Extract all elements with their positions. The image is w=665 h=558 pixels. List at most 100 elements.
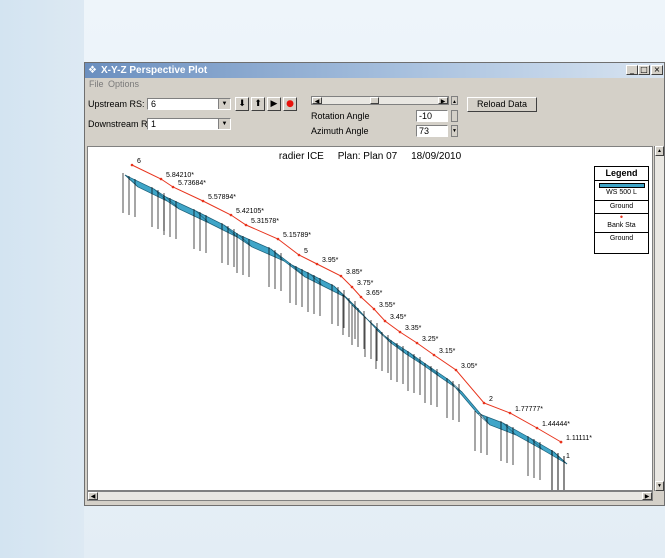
rotation-angle-field[interactable]: -10 — [416, 110, 448, 122]
station-label: 3.75* — [357, 280, 374, 287]
scroll-up-icon[interactable]: ▲ — [655, 146, 664, 156]
bank-station-point — [535, 426, 539, 430]
reload-data-button[interactable]: Reload Data — [467, 97, 537, 112]
arrow-up-icon: ⬆ — [254, 99, 262, 109]
bank-station-point — [130, 163, 134, 167]
azimuth-up-button[interactable]: ▲ — [451, 96, 458, 105]
station-label: 1.77777* — [515, 406, 543, 413]
ws-hatch — [448, 379, 463, 393]
bank-station-point — [454, 368, 458, 372]
bank-station-point — [508, 411, 512, 415]
station-label: 5.31578* — [251, 218, 279, 225]
profile-drawing: 6 5.84210*5.73684*5.57894*5.42105* 5.31578… — [122, 158, 592, 490]
station-label: 1.11111* — [566, 435, 592, 442]
horizontal-scrollbar[interactable]: ◀ ▶ — [87, 491, 653, 501]
ws-hatch — [366, 318, 381, 332]
downstream-label: Downstream RS: — [88, 119, 157, 129]
legend-divider — [595, 200, 648, 201]
ws-hatch — [426, 364, 441, 378]
rotation-slider[interactable]: ◀ ▶ — [311, 96, 449, 105]
bank-station-point — [350, 285, 354, 289]
station-label: 5.84210* — [166, 172, 194, 179]
station-label: 5.57894* — [208, 194, 236, 201]
menu-bar: File Options — [85, 78, 664, 91]
bank-station-point — [359, 295, 363, 299]
close-button[interactable]: × — [651, 65, 663, 75]
scroll-left-icon[interactable]: ◀ — [88, 492, 98, 500]
scroll-left-icon[interactable]: ◀ — [312, 97, 322, 105]
bank-station-point — [229, 213, 233, 217]
legend: Legend WS 500 L Ground • Bank Sta Ground — [594, 166, 649, 254]
rotation-slider-thumb[interactable] — [370, 97, 379, 104]
bank-station-point — [315, 262, 319, 266]
downstream-value: 1 — [151, 119, 157, 129]
play-icon: ▶ — [270, 99, 278, 109]
station-label: 3.35* — [405, 325, 422, 332]
scroll-down-icon[interactable]: ▼ — [655, 481, 664, 491]
legend-item-bank-sta: Bank Sta — [607, 222, 636, 229]
background-panel — [0, 0, 84, 558]
station-label: 3.95* — [322, 257, 339, 264]
bank-station-point — [339, 274, 343, 278]
bank-station-point — [297, 253, 301, 257]
scroll-right-icon[interactable]: ▶ — [642, 492, 652, 500]
bank-station-point — [398, 330, 402, 334]
scroll-right-icon[interactable]: ▶ — [438, 97, 448, 105]
vertical-scrollbar[interactable]: ▲ ▼ — [654, 146, 664, 491]
downstream-select[interactable]: 1 ▼ — [147, 118, 231, 130]
station-label: 3.65* — [366, 290, 383, 297]
play-button[interactable]: ▶ — [267, 97, 281, 111]
rotation-spinner[interactable] — [451, 110, 458, 122]
station-label: 5.42105* — [236, 208, 264, 215]
ws-hatch — [409, 352, 424, 366]
azimuth-angle-label: Azimuth Angle — [311, 126, 369, 136]
bank-station-point — [171, 185, 175, 189]
menu-file[interactable]: File — [89, 79, 104, 89]
azimuth-down-button[interactable]: ▼ — [451, 125, 458, 137]
minimize-button[interactable]: _ — [626, 65, 638, 75]
station-label: 5.73684* — [178, 180, 206, 187]
station-label: 1.44444* — [542, 421, 570, 428]
legend-item-ground: Ground — [609, 203, 634, 210]
move-up-button[interactable]: ⬆ — [251, 97, 265, 111]
bank-station-point — [244, 223, 248, 227]
perspective-plot: radier ICE Plan: Plan 07 18/09/2010 6 5.8… — [87, 146, 653, 491]
arrow-down-icon: ⬇ — [238, 99, 246, 109]
legend-item-ground-2: Ground — [609, 235, 634, 242]
bank-station-point — [159, 177, 163, 181]
legend-divider — [595, 232, 648, 233]
station-label: 3.15* — [439, 348, 456, 355]
upstream-value: 6 — [151, 99, 157, 109]
bank-station-point — [201, 199, 205, 203]
water-surface-band — [124, 174, 568, 465]
bank-station-point — [482, 401, 486, 405]
record-button[interactable]: ● — [283, 97, 297, 111]
station-label: 5 — [304, 248, 308, 255]
ws-hatch — [377, 330, 392, 344]
window-title: X-Y-Z Perspective Plot — [101, 65, 208, 76]
bank-station-marker-icon: • — [619, 212, 624, 222]
station-label: 1 — [566, 453, 570, 460]
upstream-label: Upstream RS: — [88, 99, 145, 109]
app-icon: ❖ — [88, 65, 97, 76]
station-label: 3.45* — [390, 314, 407, 321]
upstream-select[interactable]: 6 ▼ — [147, 98, 231, 110]
maximize-button[interactable]: □ — [638, 65, 650, 75]
title-bar[interactable]: ❖ X-Y-Z Perspective Plot _ □ × — [85, 63, 664, 78]
perspective-plot-window: ❖ X-Y-Z Perspective Plot _ □ × File Opti… — [84, 62, 665, 506]
station-label: 3.55* — [379, 302, 396, 309]
azimuth-angle-field[interactable]: 73 — [416, 125, 448, 137]
legend-divider — [595, 180, 648, 181]
ws-hatch — [344, 296, 359, 310]
bank-station-point — [415, 341, 419, 345]
station-label: 6 — [137, 158, 141, 165]
chevron-down-icon[interactable]: ▼ — [218, 119, 230, 129]
station-label: 3.85* — [346, 269, 363, 276]
bank-station-line — [131, 164, 562, 443]
menu-options[interactable]: Options — [108, 79, 139, 89]
rotation-angle-label: Rotation Angle — [311, 111, 370, 121]
bank-station-point — [432, 353, 436, 357]
move-down-button[interactable]: ⬇ — [235, 97, 249, 111]
station-label: 5.15789* — [283, 232, 311, 239]
chevron-down-icon[interactable]: ▼ — [218, 99, 230, 109]
